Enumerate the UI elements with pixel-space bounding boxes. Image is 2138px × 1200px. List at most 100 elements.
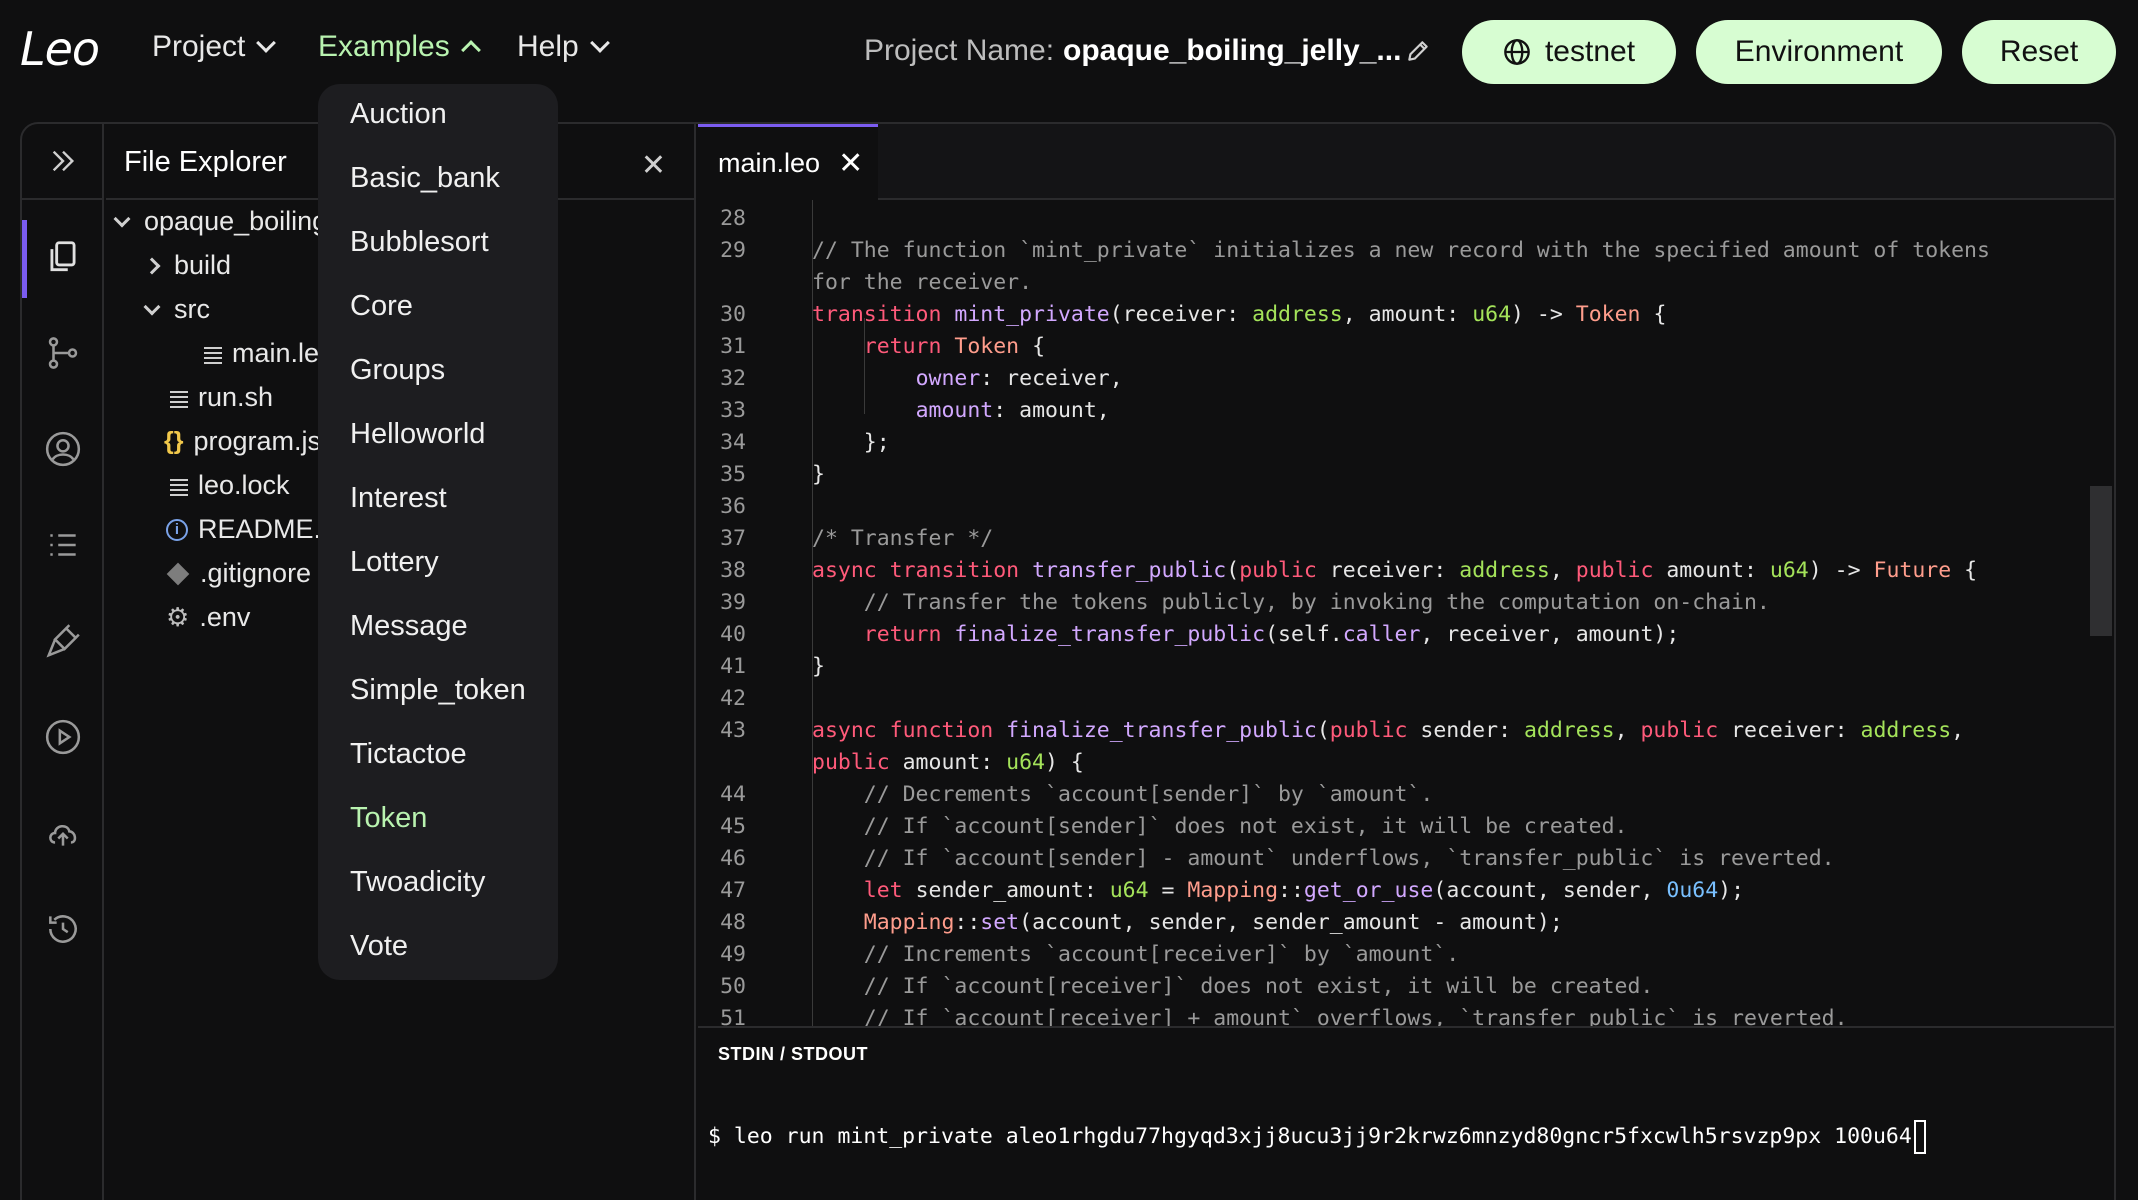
tree-item-label: src [174, 294, 210, 324]
history-icon[interactable] [44, 910, 82, 948]
examples-menu[interactable]: Examples [318, 30, 481, 64]
tree-file-env[interactable]: ⚙ .env [166, 602, 250, 633]
project-name-label: Project Name: [864, 34, 1055, 67]
line-number: 35 [720, 462, 746, 487]
example-item-bubblesort[interactable]: Bubblesort [350, 226, 489, 259]
code-line: // If `account[receiver] + amount` overf… [863, 1006, 1848, 1026]
example-item-core[interactable]: Core [350, 290, 413, 323]
example-item-message[interactable]: Message [350, 610, 468, 643]
file-explorer-title: File Explorer [124, 146, 287, 178]
chevron-down-icon [113, 210, 131, 227]
environment-button[interactable]: Environment [1696, 20, 1942, 84]
network-button[interactable]: testnet [1462, 20, 1676, 84]
help-menu[interactable]: Help [517, 30, 610, 64]
example-item-interest[interactable]: Interest [350, 482, 447, 515]
terminal-panel[interactable]: STDIN / STDOUT $ leo run mint_private al… [698, 1026, 2114, 1200]
vertical-scrollbar[interactable] [2090, 486, 2112, 636]
code-line: } [812, 462, 825, 487]
active-indicator [22, 220, 27, 298]
file-lines-icon [170, 477, 188, 495]
line-number: 49 [720, 942, 746, 967]
line-number: 28 [720, 206, 746, 231]
git-branch-icon[interactable] [44, 334, 82, 372]
terminal-input[interactable]: $ leo run mint_private aleo1rhgdu77hgyqd… [708, 1120, 1926, 1154]
tree-file-leo-lock[interactable]: leo.lock [170, 470, 290, 501]
example-item-basic-bank[interactable]: Basic_bank [350, 162, 500, 195]
line-number: 39 [720, 590, 746, 615]
tab-main-leo[interactable]: main.leo ✕ [698, 124, 878, 200]
plug-icon[interactable] [44, 622, 82, 660]
gear-icon: ⚙ [166, 602, 190, 632]
example-item-auction[interactable]: Auction [350, 98, 447, 131]
line-number: 32 [720, 366, 746, 391]
code-line: // Decrements `account[sender]` by `amou… [863, 782, 1434, 807]
code-line: /* Transfer */ [812, 526, 994, 551]
example-item-twoadicity[interactable]: Twoadicity [350, 866, 485, 899]
help-menu-label: Help [517, 30, 579, 63]
file-lines-icon [170, 389, 188, 407]
top-bar: Leo Project Examples Help Project Name: … [0, 0, 2138, 104]
line-number: 51 [720, 1006, 746, 1026]
examples-dropdown: Auction Basic_bank Bubblesort Core Group… [318, 84, 558, 980]
example-item-lottery[interactable]: Lottery [350, 546, 439, 579]
cloud-upload-icon[interactable] [44, 814, 82, 852]
tree-file-readme[interactable]: i README.m [166, 514, 344, 545]
code-line: public amount: u64) { [812, 750, 1084, 775]
tree-file-main-leo[interactable]: main.leo [204, 338, 334, 369]
file-lines-icon [204, 345, 222, 363]
example-item-token[interactable]: Token [350, 802, 427, 835]
example-item-tictactoe[interactable]: Tictactoe [350, 738, 467, 771]
code-line: // Transfer the tokens publicly, by invo… [863, 590, 1770, 615]
tree-file-program-json[interactable]: {} program.jso [164, 426, 336, 457]
code-line: return finalize_transfer_public(self.cal… [863, 622, 1680, 647]
info-icon: i [166, 518, 188, 541]
close-icon[interactable]: ✕ [838, 146, 863, 181]
tree-file-gitignore[interactable]: .gitignore [166, 558, 311, 589]
code-line: return Token { [863, 334, 1046, 359]
tree-folder-root[interactable]: opaque_boiling [113, 206, 328, 237]
chevron-right-icon [143, 257, 161, 274]
account-icon[interactable] [44, 430, 82, 468]
run-icon[interactable] [44, 718, 82, 756]
pencil-icon[interactable] [1405, 38, 1431, 64]
tab-label: main.leo [718, 148, 821, 178]
project-menu[interactable]: Project [152, 30, 277, 64]
code-editor: main.leo ✕ 28 29 30 31 32 33 34 35 36 37 38 39 40 41 4… [698, 124, 2114, 1200]
tree-item-label: .gitignore [200, 558, 312, 588]
code-line: Mapping::set(account, sender, sender_amo… [863, 910, 1563, 935]
code-line: }; [812, 430, 890, 455]
code-line: for the receiver. [812, 270, 1033, 295]
chevron-down-icon [143, 298, 161, 315]
example-item-helloworld[interactable]: Helloworld [350, 418, 485, 451]
project-name: opaque_boiling_jelly_... [1063, 34, 1402, 67]
chevron-down-icon [589, 33, 610, 53]
example-item-vote[interactable]: Vote [350, 930, 408, 963]
tree-item-label: run.sh [198, 382, 274, 412]
activity-bar [22, 124, 104, 1200]
terminal-command: $ leo run mint_private aleo1rhgdu77hgyqd… [708, 1124, 1912, 1149]
code-line: owner: receiver, [915, 366, 1123, 391]
tree-folder-src[interactable]: src [143, 294, 210, 325]
expand-panel-button[interactable] [22, 124, 104, 200]
reset-button[interactable]: Reset [1962, 20, 2116, 84]
globe-icon [1504, 39, 1530, 65]
environment-label: Environment [1734, 35, 1904, 68]
terminal-title: STDIN / STDOUT [718, 1044, 868, 1064]
line-number: 34 [720, 430, 746, 455]
example-item-groups[interactable]: Groups [350, 354, 445, 387]
chevron-up-icon [460, 40, 481, 60]
line-number: 50 [720, 974, 746, 999]
code-line: async function finalize_transfer_public(… [812, 718, 1965, 743]
braces-icon: {} [164, 427, 184, 455]
reset-label: Reset [1999, 35, 2079, 68]
tree-folder-build[interactable]: build [143, 250, 231, 281]
tree-item-label: opaque_boiling [144, 206, 328, 236]
leo-logo[interactable]: Leo [20, 22, 100, 76]
files-icon[interactable] [44, 238, 82, 276]
code-area[interactable]: 28 29 30 31 32 33 34 35 36 37 38 39 40 41 42 43 44 45 46 47… [698, 200, 2114, 1026]
list-icon[interactable] [44, 526, 82, 564]
tree-file-run-sh[interactable]: run.sh [170, 382, 273, 413]
example-item-simple-token[interactable]: Simple_token [350, 674, 526, 707]
line-number: 42 [720, 686, 746, 711]
close-icon[interactable]: ✕ [641, 148, 666, 183]
